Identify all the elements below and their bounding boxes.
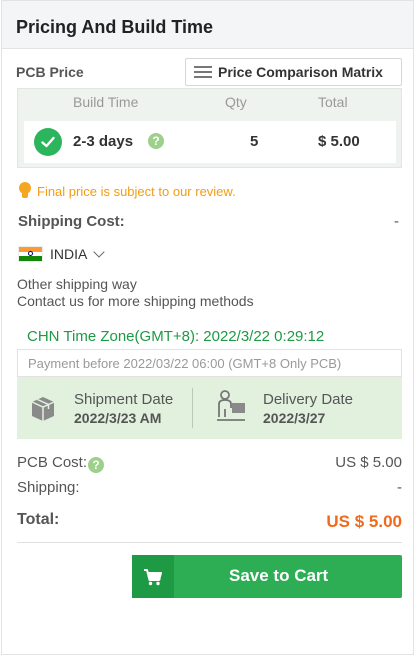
build-time-text: 2-3 days xyxy=(73,133,134,150)
column-build-time: Build Time xyxy=(73,94,139,110)
build-time-value: 2-3 days ? xyxy=(73,133,164,150)
pcb-price-label: PCB Price xyxy=(16,64,84,80)
column-qty: Qty xyxy=(225,94,247,110)
summary-divider xyxy=(17,542,402,543)
panel-title: Pricing And Build Time xyxy=(2,1,413,49)
country-select[interactable]: INDIA xyxy=(18,246,106,262)
dates-divider xyxy=(192,388,193,428)
country-name: INDIA xyxy=(50,246,88,262)
pricing-panel: Pricing And Build Time PCB Price Price C… xyxy=(1,0,414,655)
delivery-date-value: 2022/3/27 xyxy=(263,410,326,426)
save-to-cart-button[interactable]: Save to Cart xyxy=(132,555,402,598)
shipping-cost-value: - xyxy=(394,213,399,230)
price-comparison-label: Price Comparison Matrix xyxy=(218,64,383,80)
pcb-cost-label: PCB Cost: xyxy=(17,454,88,471)
total-row: Total: US $ 5.00 xyxy=(17,511,402,531)
contact-shipping-methods: Contact us for more shipping methods xyxy=(17,293,254,309)
price-comparison-button[interactable]: Price Comparison Matrix xyxy=(185,58,402,86)
shipping-row: Shipping: - xyxy=(17,479,402,496)
price-notice: Final price is subject to our review. xyxy=(18,182,236,200)
pcb-cost-row: PCB Cost:? US $ 5.00 xyxy=(17,454,402,473)
delivery-person-icon xyxy=(217,390,245,421)
payment-deadline: Payment before 2022/03/22 06:00 (GMT+8 O… xyxy=(17,349,402,377)
total-amount: US $ 5.00 xyxy=(326,512,402,531)
shipping-value: - xyxy=(397,479,402,496)
help-icon[interactable]: ? xyxy=(148,133,164,149)
price-row-selected[interactable]: 2-3 days ? 5 $ 5.00 xyxy=(24,121,396,163)
shipment-date-value: 2022/3/23 AM xyxy=(74,410,162,426)
column-total: Total xyxy=(318,94,348,110)
bulb-icon xyxy=(18,182,32,200)
list-icon xyxy=(194,66,212,78)
package-icon xyxy=(31,397,55,421)
qty-value: 5 xyxy=(250,133,259,150)
total-value: $ 5.00 xyxy=(318,133,360,150)
india-flag-icon xyxy=(18,246,43,262)
dates-panel: Shipment Date 2022/3/23 AM Delivery Date… xyxy=(17,377,402,439)
check-icon xyxy=(34,128,62,156)
other-shipping-way: Other shipping way xyxy=(17,276,137,292)
price-table: Build Time Qty Total 2-3 days ? 5 $ 5.00 xyxy=(17,88,402,168)
chevron-down-icon xyxy=(93,246,106,258)
cart-icon xyxy=(132,555,174,598)
help-icon[interactable]: ? xyxy=(88,457,105,473)
shipment-date-label: Shipment Date xyxy=(74,391,174,408)
pcb-cost-value: US $ 5.00 xyxy=(335,454,402,471)
delivery-date-label: Delivery Date xyxy=(263,391,354,408)
shipping-cost-label: Shipping Cost: xyxy=(18,213,125,230)
save-to-cart-label: Save to Cart xyxy=(229,566,329,585)
total-label: Total: xyxy=(17,511,60,528)
price-table-header: Build Time Qty Total xyxy=(18,94,401,114)
timezone-clock: CHN Time Zone(GMT+8): 2022/3/22 0:29:12 xyxy=(27,328,325,345)
notice-text: Final price is subject to our review. xyxy=(37,183,236,199)
other-shipping-info: Other shipping way Contact us for more s… xyxy=(17,276,254,310)
shipping-label: Shipping: xyxy=(17,479,80,496)
